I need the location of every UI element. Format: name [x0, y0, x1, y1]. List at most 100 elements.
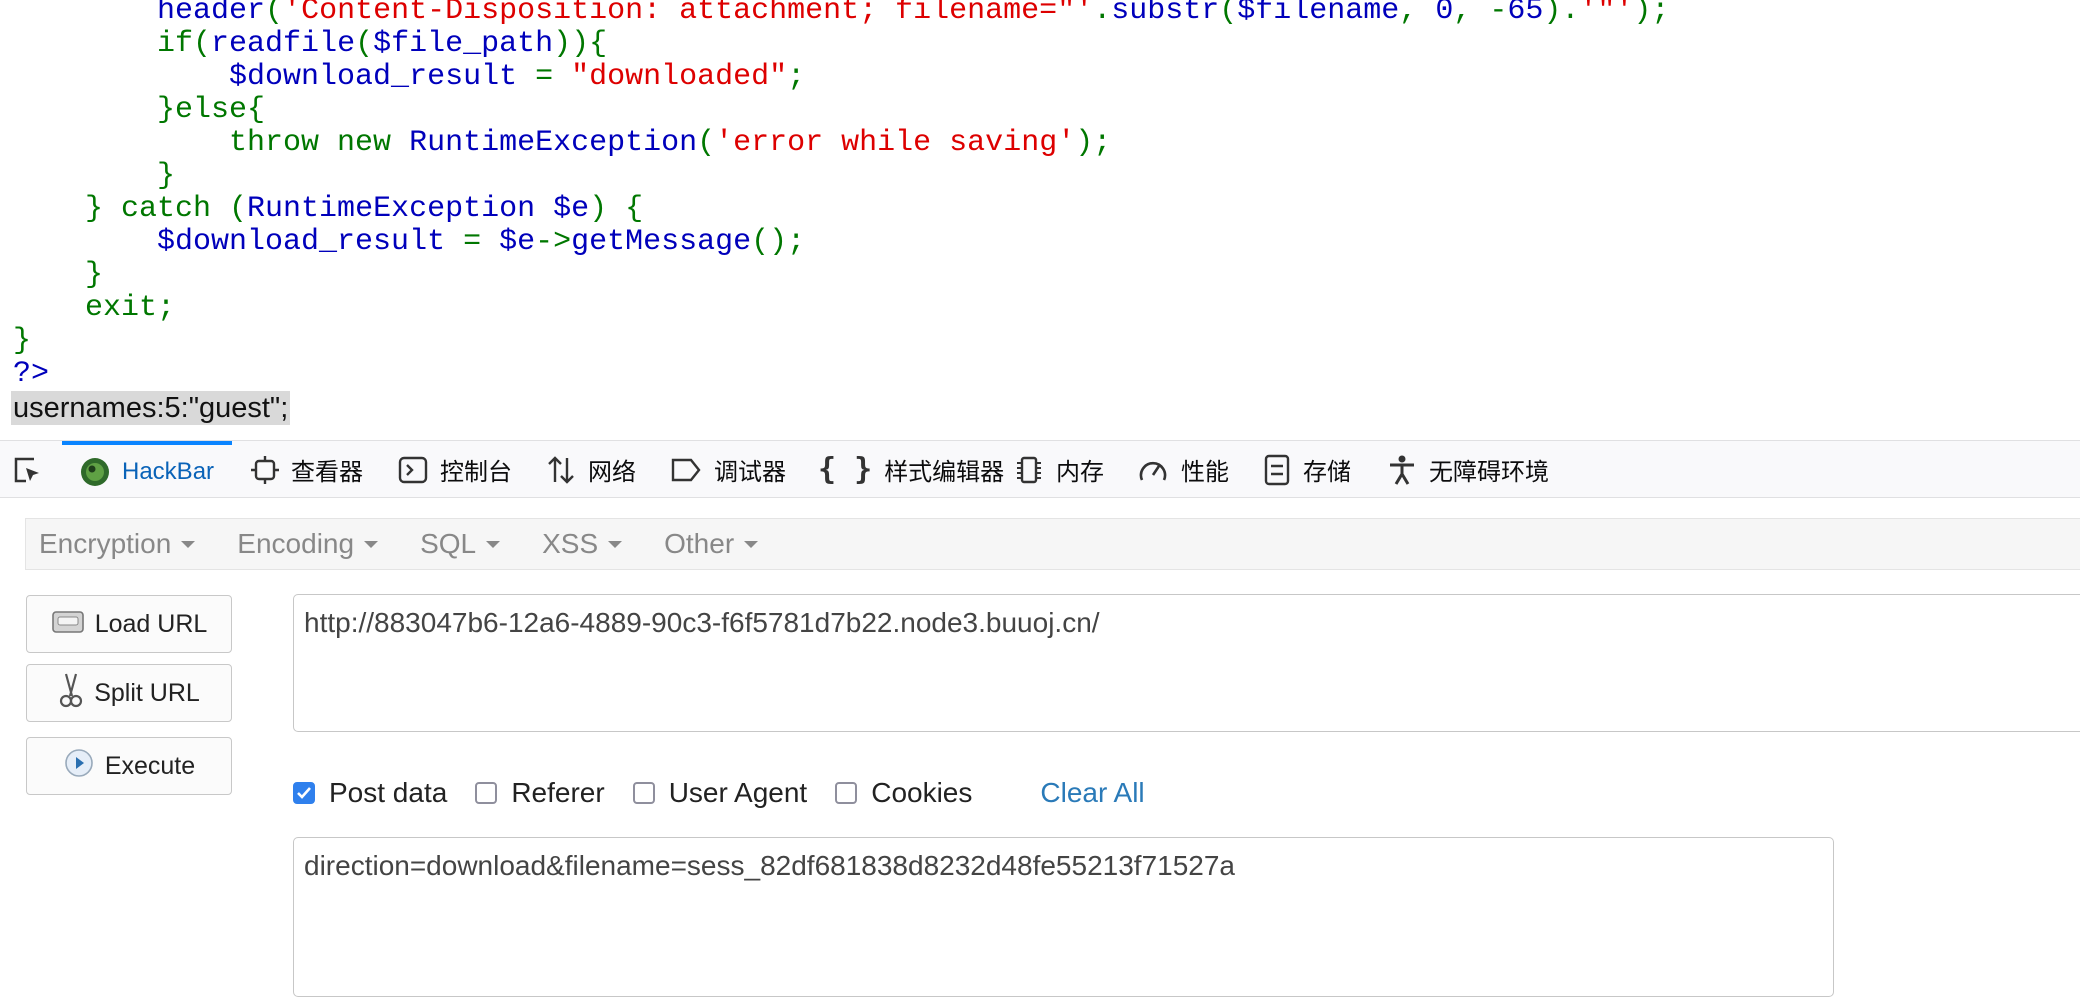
url-input[interactable]: http://883047b6-12a6-4889-90c3-f6f5781d7…	[293, 594, 2080, 732]
console-icon	[398, 456, 428, 484]
tab-network[interactable]: 网络	[546, 441, 636, 498]
tab-memory[interactable]: 内存	[1014, 441, 1104, 498]
accessibility-icon	[1387, 454, 1417, 486]
referer-option[interactable]: Referer	[475, 777, 605, 809]
execute-button[interactable]: Execute	[26, 737, 232, 795]
element-picker-icon[interactable]	[10, 453, 44, 487]
tab-debugger[interactable]: 调试器	[670, 441, 786, 498]
play-icon	[63, 747, 95, 786]
menu-sql[interactable]: SQL	[420, 528, 501, 560]
menu-label: Encryption	[39, 528, 172, 559]
debugger-icon	[670, 457, 702, 483]
referer-checkbox[interactable]	[475, 782, 498, 804]
tab-label: 网络	[588, 459, 636, 486]
split-url-button[interactable]: Split URL	[26, 664, 232, 722]
tab-label: 调试器	[714, 459, 786, 486]
load-url-button[interactable]: Load URL	[26, 595, 232, 653]
cookies-checkbox[interactable]	[835, 782, 858, 804]
menu-other[interactable]: Other	[664, 528, 759, 560]
code-token: substr	[1111, 0, 1220, 28]
code-token: (	[697, 126, 716, 160]
code-token: RuntimeException $e	[247, 192, 590, 226]
code-line: exit;	[13, 292, 175, 325]
tab-label: 内存	[1056, 459, 1104, 486]
tab-inspector[interactable]: 查看器	[251, 441, 363, 498]
code-token: );	[1075, 126, 1112, 160]
menu-label: Other	[664, 528, 735, 559]
code-line: }	[13, 160, 175, 193]
menu-xss[interactable]: XSS	[542, 528, 623, 560]
code-line: }	[13, 325, 31, 358]
code-token: ).	[1543, 0, 1580, 28]
code-token: 'Content-Disposition: attachment; filena…	[283, 0, 1094, 28]
code-token: if(	[13, 27, 212, 61]
menu-encryption[interactable]: Encryption	[39, 528, 196, 560]
code-token: getMessage	[571, 225, 752, 259]
menu-label: XSS	[542, 528, 599, 559]
user-agent-option[interactable]: User Agent	[632, 777, 808, 809]
chevron-down-icon	[608, 540, 623, 548]
tab-performance[interactable]: 性能	[1137, 441, 1229, 498]
request-options: Post data Referer User Agent Cookies Cle…	[293, 766, 1145, 820]
menu-label: SQL	[420, 528, 477, 559]
code-token: readfile	[211, 27, 356, 61]
code-line: throw new RuntimeException('error while …	[13, 127, 1111, 160]
menu-encoding[interactable]: Encoding	[237, 528, 379, 560]
code-token: $file_path	[373, 27, 554, 61]
tab-label: HackBar	[122, 457, 215, 485]
post-data-option[interactable]: Post data	[293, 777, 447, 809]
tab-label: 无障碍环境	[1429, 459, 1549, 486]
tab-label: 存储	[1303, 459, 1351, 486]
chevron-down-icon	[181, 540, 196, 548]
code-token: 0	[1435, 0, 1454, 28]
option-label: User Agent	[668, 777, 808, 808]
code-token: ) {	[589, 192, 644, 226]
chevron-down-icon	[744, 540, 759, 548]
style-editor-icon: { }	[818, 452, 873, 487]
code-token: (	[1219, 0, 1238, 28]
button-label: Execute	[104, 751, 196, 780]
code-token: (	[265, 0, 284, 28]
clear-all-link[interactable]: Clear All	[1040, 777, 1144, 809]
code-token: $download_result	[13, 60, 536, 94]
code-token: =	[463, 225, 500, 259]
code-line: $download_result = "downloaded";	[13, 61, 805, 94]
network-icon	[546, 455, 576, 485]
tab-style-editor[interactable]: { } 样式编辑器	[818, 441, 1004, 498]
code-token: "downloaded"	[571, 60, 788, 94]
devtools-toolbar: HackBar 查看器 控制台 网络 调试器 { } 样式编辑器 内存 性能 存…	[0, 440, 2080, 498]
code-line: if(readfile($file_path)){	[13, 28, 607, 61]
code-token: );	[1633, 0, 1670, 28]
button-label: Split URL	[94, 678, 200, 707]
tab-label: 查看器	[291, 459, 363, 486]
cookies-option[interactable]: Cookies	[835, 777, 972, 809]
code-token: 65	[1507, 0, 1544, 28]
code-token: .	[1093, 0, 1112, 28]
post-data-checkbox[interactable]	[293, 782, 315, 804]
code-token: $filename	[1237, 0, 1400, 28]
user-agent-checkbox[interactable]	[632, 782, 655, 804]
memory-icon	[1014, 455, 1044, 485]
code-token: }	[13, 258, 104, 292]
tab-storage[interactable]: 存储	[1263, 441, 1351, 498]
code-line: $download_result = $e->getMessage();	[13, 226, 805, 259]
hackbar-logo-icon	[80, 457, 110, 487]
scissors-icon	[58, 672, 84, 715]
menu-label: Encoding	[237, 528, 355, 559]
code-token: $download_result	[13, 225, 464, 259]
code-token: }else{	[13, 93, 266, 127]
code-token: '"'	[1579, 0, 1634, 28]
tab-console[interactable]: 控制台	[398, 441, 512, 498]
post-data-input[interactable]: direction=download&filename=sess_82df681…	[293, 837, 1834, 997]
load-url-icon	[51, 606, 85, 643]
inspector-icon	[251, 455, 279, 484]
button-label: Load URL	[94, 609, 208, 638]
tab-hackbar[interactable]: HackBar	[62, 441, 233, 498]
code-token: , -	[1453, 0, 1508, 28]
code-token: $e	[499, 225, 536, 259]
code-token: ->	[535, 225, 572, 259]
code-line: header('Content-Disposition: attachment;…	[13, 0, 1669, 28]
option-label: Referer	[511, 777, 605, 808]
option-label: Cookies	[871, 777, 973, 808]
tab-accessibility[interactable]: 无障碍环境	[1387, 441, 1549, 498]
